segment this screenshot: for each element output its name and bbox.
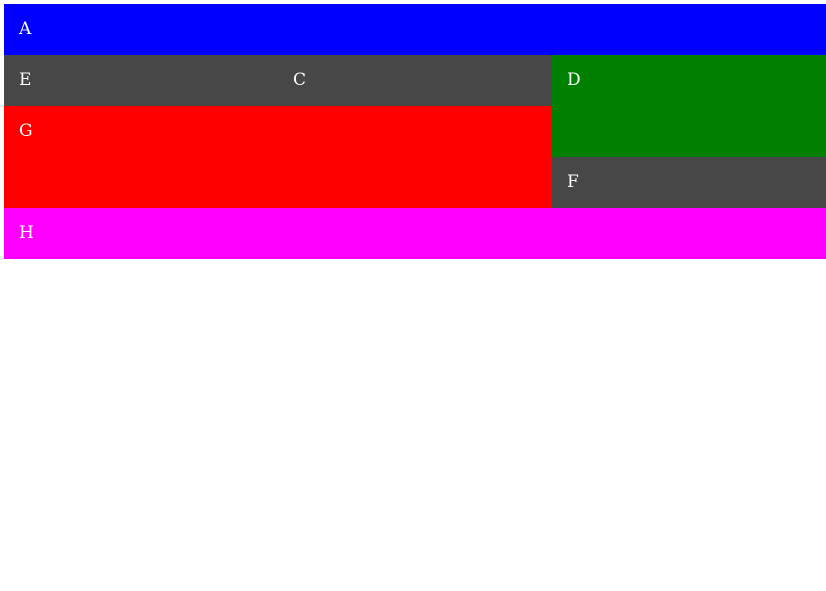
cell-a: A (4, 4, 826, 55)
cell-f-label: F (567, 172, 579, 192)
grid-layout: A E C D G F H (4, 4, 826, 259)
cell-c-label: C (293, 70, 307, 90)
cell-c: C (278, 55, 552, 106)
cell-g-label: G (19, 121, 33, 141)
cell-a-label: A (19, 19, 32, 39)
cell-h: H (4, 208, 826, 259)
cell-h-label: H (19, 223, 34, 243)
cell-g: G (4, 106, 552, 208)
cell-e-label: E (19, 70, 32, 90)
cell-d: D (552, 55, 826, 157)
cell-d-label: D (567, 70, 581, 90)
cell-f: F (552, 157, 826, 208)
cell-e: E (4, 55, 278, 106)
